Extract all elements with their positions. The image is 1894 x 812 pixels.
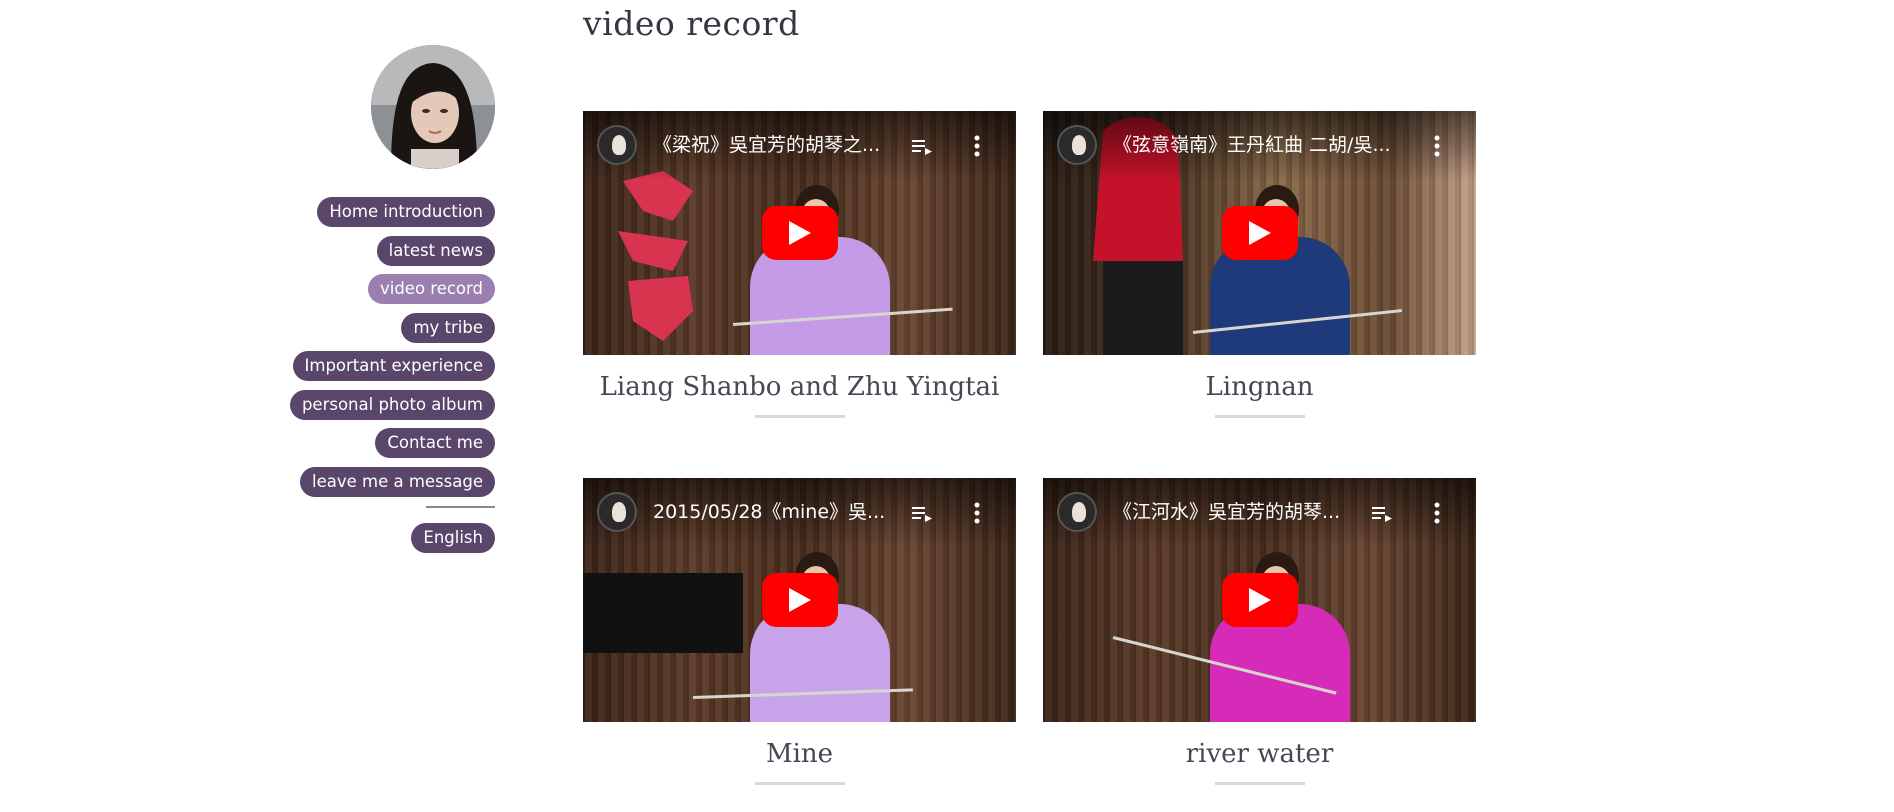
- channel-avatar-icon[interactable]: [1057, 125, 1097, 165]
- calligraphy-graphic: [618, 171, 693, 341]
- video-caption: Mine: [765, 739, 834, 769]
- video-title-overlay[interactable]: 2015/05/28《mine》吳...: [653, 500, 923, 524]
- play-icon: [1248, 221, 1271, 245]
- playlist-icon[interactable]: [912, 506, 932, 522]
- video-embed[interactable]: 2015/05/28《mine》吳...: [583, 478, 1016, 722]
- channel-avatar-icon[interactable]: [597, 125, 637, 165]
- nav-item-contact-me[interactable]: Contact me: [375, 428, 495, 458]
- caption-divider: [754, 415, 845, 418]
- nav-item-home-introduction[interactable]: Home introduction: [317, 197, 495, 227]
- more-vert-icon[interactable]: [974, 502, 980, 524]
- nav-divider: [426, 506, 495, 508]
- page: Home introduction latest news video reco…: [0, 0, 1894, 812]
- main-nav: Home introduction latest news video reco…: [289, 197, 495, 562]
- video-caption: river water: [1185, 739, 1334, 769]
- playlist-icon[interactable]: [912, 139, 932, 155]
- more-vert-icon[interactable]: [1434, 135, 1440, 157]
- video-card: 《梁祝》吳宜芳的胡琴之... Liang Shanbo and Zhu Ying…: [583, 111, 1016, 418]
- nav-item-important-experience[interactable]: Important experience: [292, 351, 495, 381]
- video-embed[interactable]: 《梁祝》吳宜芳的胡琴之...: [583, 111, 1016, 355]
- more-vert-icon[interactable]: [1434, 502, 1440, 524]
- nav-item-leave-message[interactable]: leave me a message: [300, 466, 495, 497]
- piano-graphic: [583, 573, 743, 653]
- nav-item-personal-photo-album[interactable]: personal photo album: [289, 389, 495, 420]
- video-title-overlay[interactable]: 《梁祝》吳宜芳的胡琴之...: [653, 133, 923, 157]
- caption-divider: [1214, 415, 1305, 418]
- language-switch-button[interactable]: English: [411, 523, 495, 553]
- page-title: video record: [583, 4, 800, 43]
- video-embed[interactable]: 《弦意嶺南》王丹紅曲 二胡/吳...: [1043, 111, 1476, 355]
- caption-divider: [754, 782, 845, 785]
- caption-divider: [1214, 782, 1305, 785]
- play-icon: [788, 221, 811, 245]
- avatar-photo: [371, 45, 495, 169]
- nav-item-video-record[interactable]: video record: [367, 274, 495, 304]
- play-icon: [788, 588, 811, 612]
- playlist-icon[interactable]: [1372, 506, 1392, 522]
- play-button[interactable]: [1221, 573, 1298, 627]
- nav-item-latest-news[interactable]: latest news: [376, 235, 495, 266]
- play-button[interactable]: [761, 206, 838, 260]
- video-card: 2015/05/28《mine》吳... Mine: [583, 478, 1016, 785]
- play-button[interactable]: [761, 573, 838, 627]
- video-caption: Liang Shanbo and Zhu Yingtai: [599, 372, 1000, 402]
- avatar[interactable]: [371, 45, 495, 169]
- nav-item-my-tribe[interactable]: my tribe: [401, 312, 495, 343]
- sidebar: Home introduction latest news video reco…: [289, 0, 495, 562]
- video-caption: Lingnan: [1205, 372, 1314, 402]
- video-card: 《江河水》吳宜芳的胡琴... river water: [1043, 478, 1476, 785]
- channel-avatar-icon[interactable]: [1057, 492, 1097, 532]
- video-card: 《弦意嶺南》王丹紅曲 二胡/吳... Lingnan: [1043, 111, 1476, 418]
- video-title-overlay[interactable]: 《江河水》吳宜芳的胡琴...: [1113, 500, 1363, 524]
- video-embed[interactable]: 《江河水》吳宜芳的胡琴...: [1043, 478, 1476, 722]
- more-vert-icon[interactable]: [974, 135, 980, 157]
- play-button[interactable]: [1221, 206, 1298, 260]
- channel-avatar-icon[interactable]: [597, 492, 637, 532]
- video-title-overlay[interactable]: 《弦意嶺南》王丹紅曲 二胡/吳...: [1113, 133, 1403, 157]
- play-icon: [1248, 588, 1271, 612]
